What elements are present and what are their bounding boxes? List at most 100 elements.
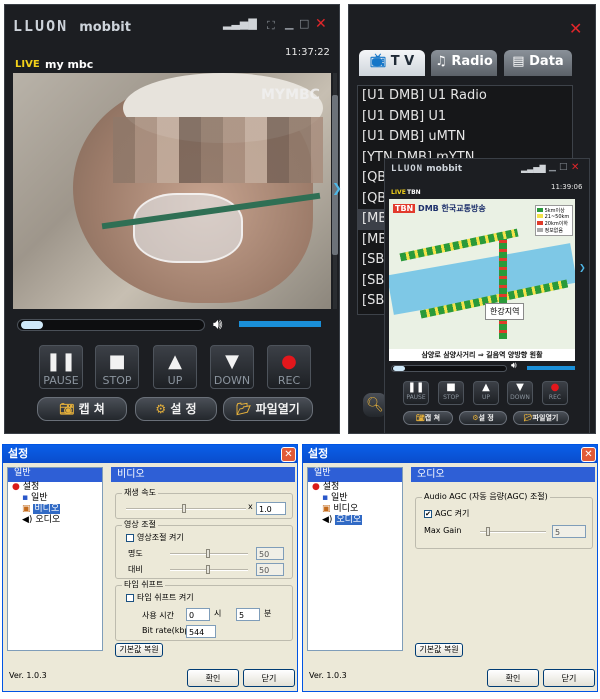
- tree-item-general[interactable]: ▪ 일반: [308, 493, 402, 504]
- video-adjust-toggle[interactable]: 영상조절 켜기: [126, 532, 184, 543]
- checkbox[interactable]: [126, 533, 134, 542]
- channel-item[interactable]: [U1 DMB] U1: [358, 107, 572, 128]
- tree-item-settings[interactable]: ● 설정: [8, 482, 102, 493]
- minute-input[interactable]: 5: [236, 608, 260, 621]
- mini-restore-button[interactable]: □: [559, 162, 568, 172]
- settings-button[interactable]: ⚙ 설 정: [135, 397, 217, 421]
- clock: 11:37:22: [285, 47, 330, 58]
- mini-open-file-button[interactable]: 📂︎파일열기: [513, 411, 569, 425]
- version-label: Ver. 1.0.3: [309, 671, 347, 680]
- capture-button[interactable]: 📷︎ 캡 쳐: [37, 397, 127, 421]
- contrast-input[interactable]: 50: [256, 563, 284, 576]
- tree-item-audio[interactable]: ◀) 오디오: [308, 515, 402, 526]
- channel-name: my mbc: [45, 58, 94, 71]
- contrast-slider[interactable]: [170, 565, 248, 574]
- mini-close-button[interactable]: ✕: [571, 162, 579, 173]
- dialog-close-icon[interactable]: ✕: [581, 447, 596, 462]
- tv-icon: ▣: [322, 504, 331, 514]
- mini-seek-bar[interactable]: [391, 365, 507, 372]
- tab-tv[interactable]: 📺︎ T V: [359, 50, 425, 76]
- ok-button[interactable]: 확인: [187, 669, 239, 687]
- reset-defaults-button[interactable]: 기본값 복원: [415, 643, 463, 657]
- close-button[interactable]: 닫기: [243, 669, 295, 687]
- video-view[interactable]: MYMBC: [13, 73, 331, 309]
- close-button[interactable]: ✕: [315, 16, 327, 32]
- slider-knob[interactable]: [182, 504, 186, 513]
- tree-item-video[interactable]: ▣ 비디오: [8, 504, 102, 515]
- rec-button[interactable]: ● REC: [267, 345, 311, 389]
- mini-volume-bar[interactable]: [527, 366, 575, 370]
- tv-icon: ▣: [22, 504, 31, 514]
- max-gain-slider[interactable]: [480, 527, 546, 536]
- channel-item[interactable]: [U1 DMB] uMTN: [358, 127, 572, 148]
- down-button[interactable]: ▼ DOWN: [210, 345, 254, 389]
- hour-input[interactable]: 0: [186, 608, 210, 621]
- restore-button[interactable]: □: [299, 17, 309, 30]
- fullscreen-button[interactable]: ⛶: [267, 19, 275, 33]
- playback-speed-input[interactable]: 1.0: [256, 502, 286, 515]
- checkbox-checked[interactable]: ✔: [424, 509, 432, 518]
- tree-item-video[interactable]: ▣ 비디오: [308, 504, 402, 515]
- watermark: MYMBC: [261, 87, 320, 103]
- tree-item-general[interactable]: ▪ 일반: [8, 493, 102, 504]
- mini-up-button[interactable]: ▲ UP: [473, 381, 499, 405]
- channel-item[interactable]: [U1 DMB] U1 Radio: [358, 86, 572, 107]
- brightness-input[interactable]: 50: [256, 547, 284, 560]
- reset-defaults-button[interactable]: 기본값 복원: [115, 643, 163, 657]
- mini-up-icon: ▲: [482, 382, 490, 393]
- volume-bar[interactable]: [239, 321, 321, 327]
- max-gain-input[interactable]: 5: [552, 525, 586, 538]
- mini-stop-button[interactable]: ■ STOP: [438, 381, 464, 405]
- version-label: Ver. 1.0.3: [9, 671, 47, 680]
- agc-group: Audio AGC (자동 음량(AGC) 조절) ✔ AGC 켜기 Max Ga…: [415, 491, 593, 549]
- seek-bar[interactable]: [17, 319, 205, 331]
- brightness-slider[interactable]: [170, 549, 248, 558]
- slider-knob[interactable]: [206, 565, 210, 574]
- expand-arrow-icon[interactable]: ❯: [332, 181, 342, 195]
- agc-toggle[interactable]: ✔ AGC 켜기: [424, 508, 469, 519]
- open-file-button[interactable]: 📂︎ 파일열기: [223, 397, 313, 421]
- slider-knob[interactable]: [486, 527, 490, 536]
- tv-icon: 📺︎: [369, 54, 387, 69]
- mini-expand-arrow-icon[interactable]: ❯: [579, 263, 586, 272]
- mini-signal-icon: ▂▃▅▇: [521, 164, 546, 173]
- mini-rec-button[interactable]: ● REC: [542, 381, 568, 405]
- mini-volume-icon[interactable]: 🔊︎: [511, 361, 517, 371]
- playback-slider[interactable]: [126, 504, 246, 513]
- tab-radio[interactable]: ♫ Radio: [431, 50, 497, 76]
- stop-button[interactable]: ■ STOP: [95, 345, 139, 389]
- settings-tree[interactable]: 일반 ● 설정 ▪ 일반 ▣ 비디오 ◀) 오디오: [7, 467, 103, 651]
- timeshift-group: 타임 쉬프트 타임 쉬프트 켜기 사용 시간 0 시 5 분 Bit rate(…: [115, 579, 293, 641]
- timeshift-toggle[interactable]: 타임 쉬프트 켜기: [126, 592, 194, 603]
- mini-down-button[interactable]: ▼ DOWN: [507, 381, 533, 405]
- mini-minimize-button[interactable]: ▁: [549, 162, 556, 172]
- tree-item-settings[interactable]: ● 설정: [308, 482, 402, 493]
- red-dot-icon: ●: [312, 482, 320, 492]
- video-adjust-group: 영상 조절 영상조절 켜기 명도 50 대비 50: [115, 519, 293, 579]
- tab-data[interactable]: ▤ Data: [504, 50, 572, 76]
- slider-knob[interactable]: [206, 549, 210, 558]
- mini-capture-button[interactable]: 📷︎캡 쳐: [403, 411, 453, 425]
- music-icon: ♫: [435, 54, 447, 69]
- up-button[interactable]: ▲ UP: [153, 345, 197, 389]
- dialog-close-icon[interactable]: ✕: [281, 447, 296, 462]
- stop-icon: ■: [108, 351, 126, 372]
- panel-close-button[interactable]: ✕: [569, 19, 582, 38]
- checkbox[interactable]: [126, 593, 134, 602]
- volume-icon[interactable]: 🔊︎: [213, 315, 222, 333]
- tree-item-audio[interactable]: ◀) 오디오: [8, 515, 102, 526]
- max-gain-label: Max Gain: [424, 526, 462, 535]
- ok-button[interactable]: 확인: [487, 669, 539, 687]
- minimize-button[interactable]: ▁: [285, 17, 293, 30]
- mini-seek-thumb[interactable]: [393, 366, 405, 371]
- traffic-map[interactable]: TBN DMB 한국교통방송 5km이상 21~50km 20km이하 정보없음…: [389, 199, 575, 349]
- speaker-icon: ◀): [322, 515, 333, 525]
- settings-tree[interactable]: 일반 ● 설정 ▪ 일반 ▣ 비디오 ◀) 오디오: [307, 467, 403, 651]
- seek-thumb[interactable]: [21, 321, 43, 329]
- mini-pause-button[interactable]: ❚❚ PAUSE: [403, 381, 429, 405]
- close-button[interactable]: 닫기: [543, 669, 595, 687]
- pause-button[interactable]: ❚❚ PAUSE: [39, 345, 83, 389]
- mini-settings-button[interactable]: ⚙설 정: [459, 411, 507, 425]
- bitrate-input[interactable]: 544: [186, 625, 216, 638]
- video-scroll-thumb[interactable]: [332, 95, 338, 255]
